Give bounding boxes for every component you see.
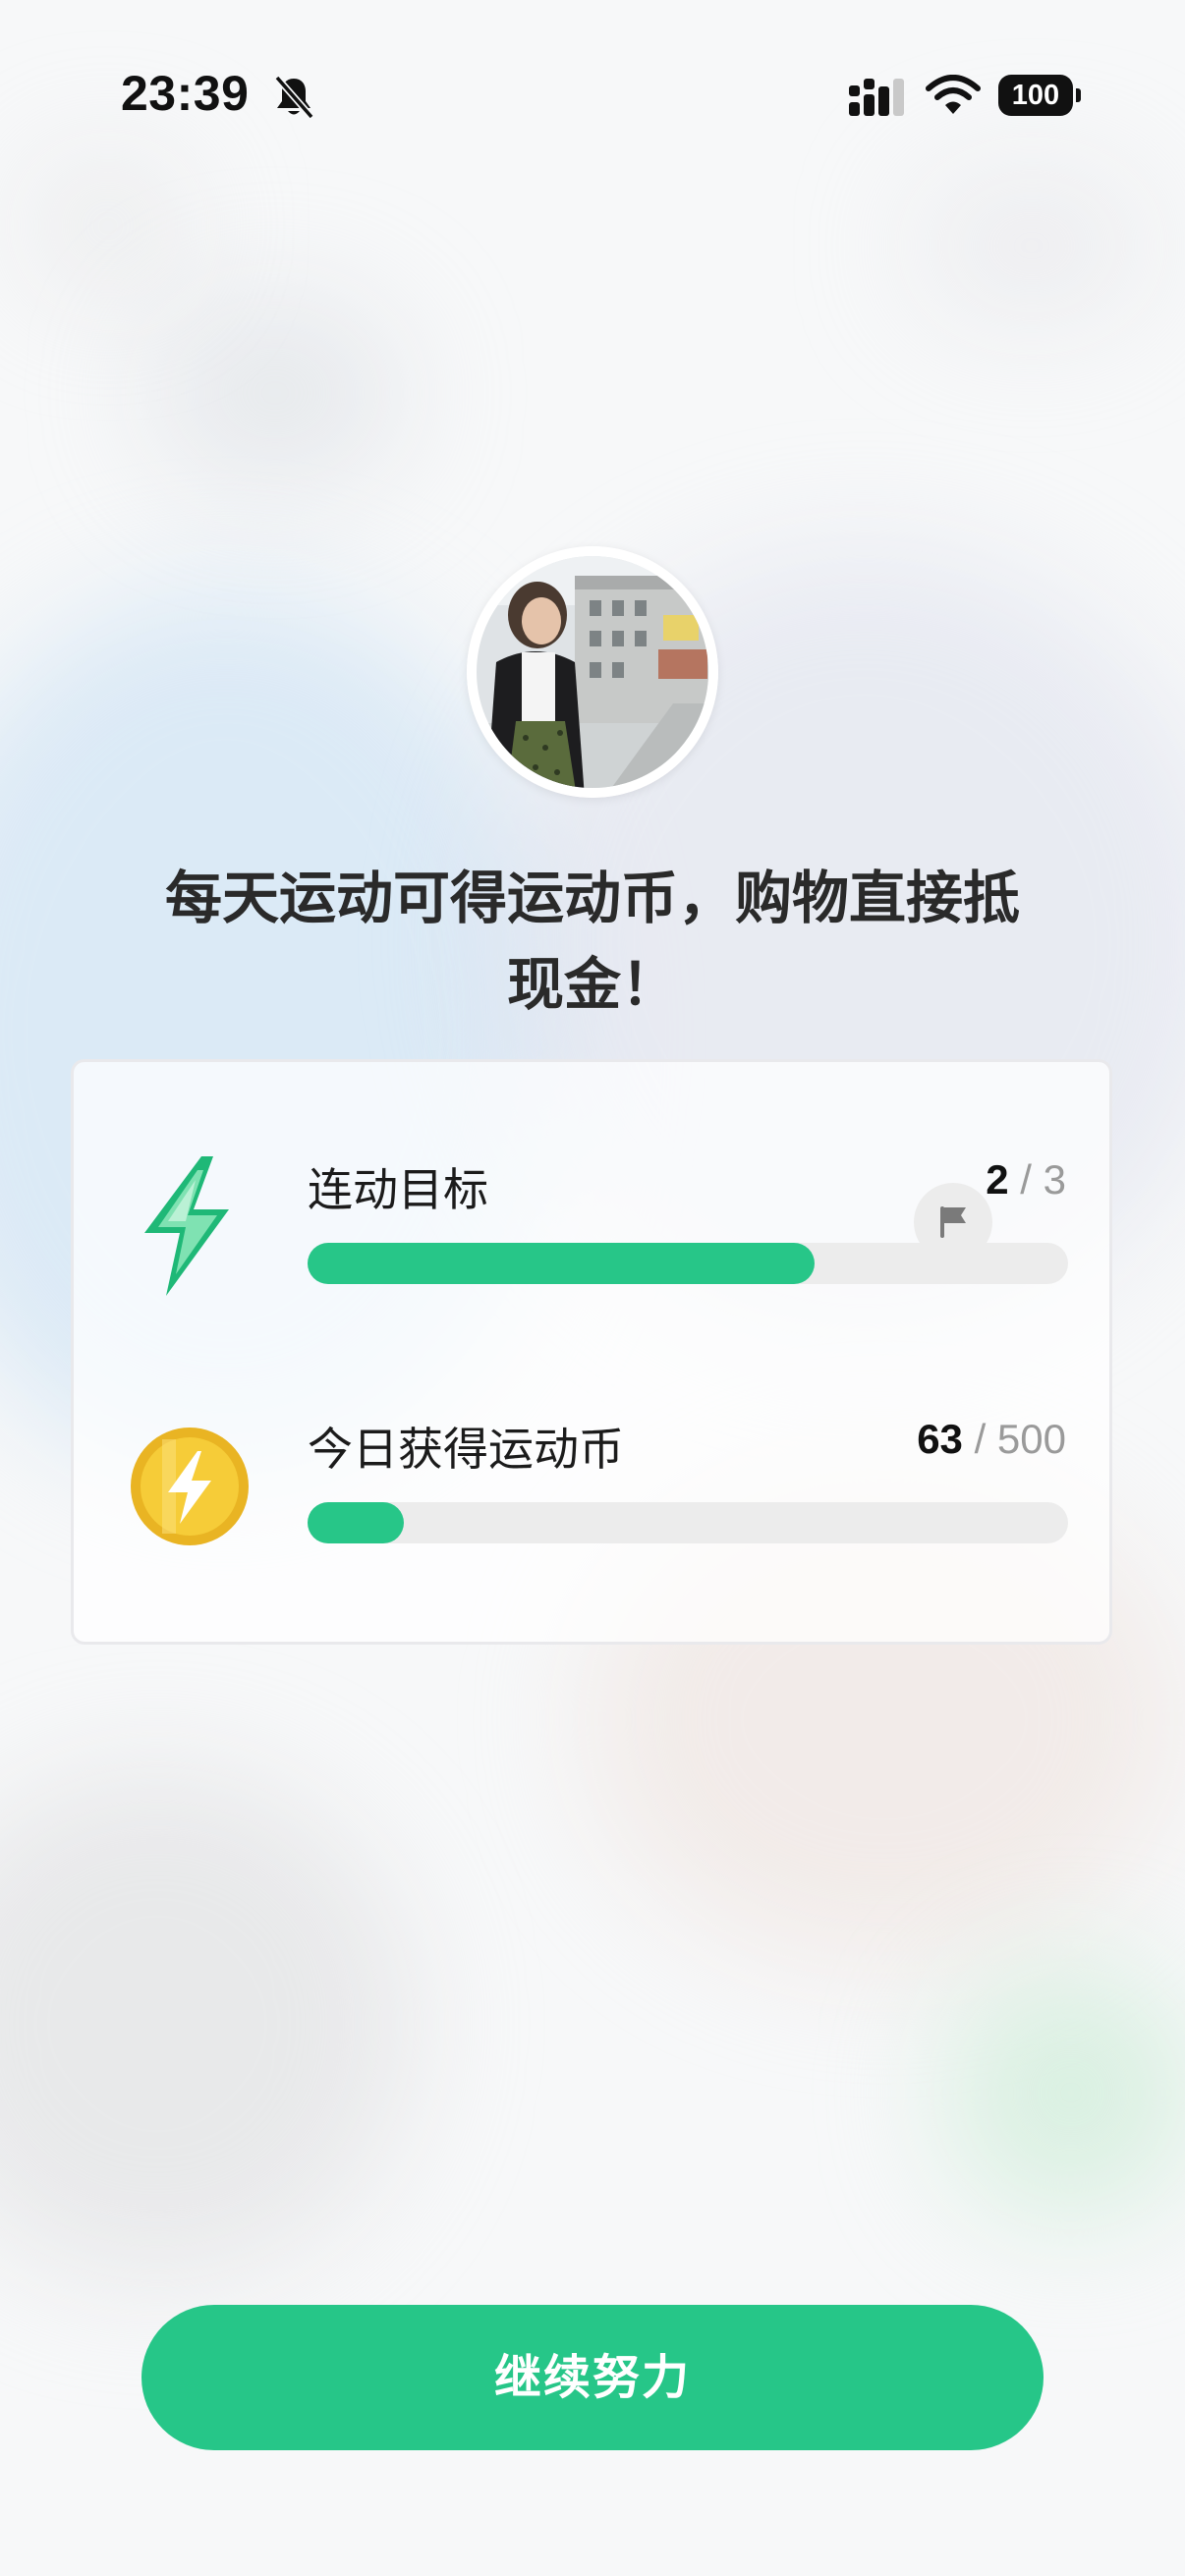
streak-total: 3	[1043, 1156, 1066, 1203]
coins-current: 63	[917, 1416, 963, 1462]
battery-level: 100	[998, 75, 1073, 116]
streak-current: 2	[986, 1156, 1009, 1203]
goal-flag-badge	[914, 1183, 992, 1261]
headline-line2: 现金！	[506, 951, 678, 1018]
streak-count: 2 / 3	[986, 1156, 1066, 1204]
streak-separator: /	[1008, 1156, 1044, 1203]
flag-icon	[937, 1204, 969, 1244]
coins-progress-fill	[308, 1502, 404, 1543]
coins-separator: /	[962, 1416, 997, 1462]
user-avatar	[467, 546, 718, 798]
wifi-icon	[926, 75, 981, 116]
bell-muted-icon	[273, 75, 314, 120]
coins-total: 500	[996, 1416, 1066, 1462]
headline: 每天运动可得运动币，购物直接抵 现金！	[98, 855, 1087, 1028]
coins-progress-track	[308, 1502, 1068, 1543]
battery-icon: 100	[998, 75, 1081, 116]
lightning-icon	[137, 1152, 237, 1304]
status-time: 23:39	[121, 66, 250, 121]
status-bar: 23:39 100	[0, 0, 1185, 187]
streak-progress-fill	[308, 1243, 816, 1284]
progress-card: 连动目标 2 / 3 今日获得运动币 63 / 500	[71, 1059, 1112, 1645]
coins-label: 今日获得运动币	[308, 1423, 624, 1476]
coins-count: 63 / 500	[917, 1416, 1066, 1463]
continue-button[interactable]: 继续努力	[141, 2305, 1044, 2450]
coin-icon	[129, 1426, 251, 1551]
headline-line1: 每天运动可得运动币，购物直接抵	[164, 865, 1020, 931]
cellular-signal-icon	[847, 77, 908, 118]
streak-label: 连动目标	[308, 1163, 488, 1216]
